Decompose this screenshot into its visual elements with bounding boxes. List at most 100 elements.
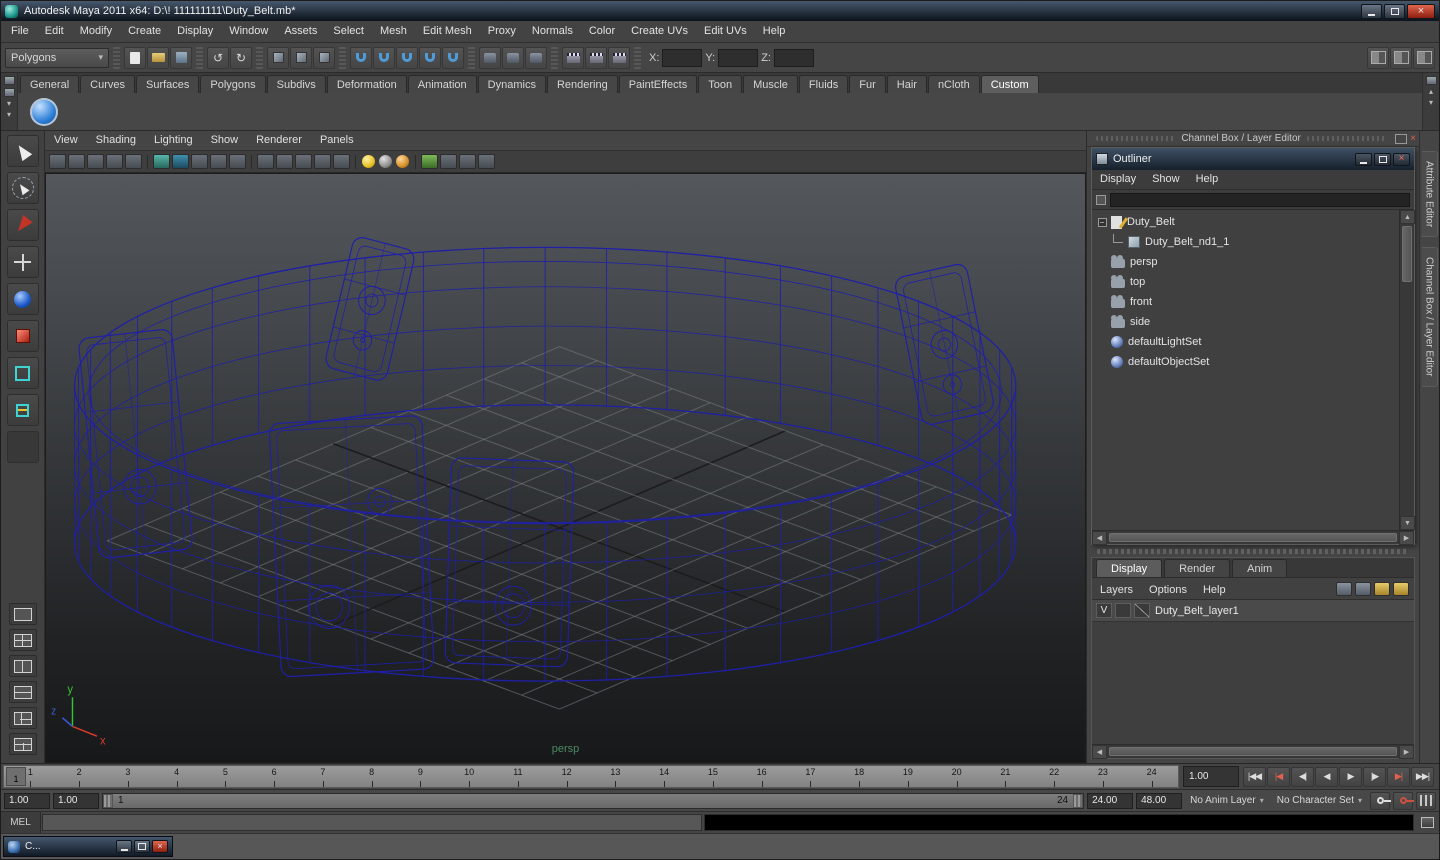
- layout-single-pane-button[interactable]: [8, 603, 37, 625]
- animation-end-field[interactable]: 48.00: [1136, 792, 1183, 809]
- outliner-item-defaultobjectset[interactable]: defaultObjectSet: [1092, 352, 1399, 372]
- timeline-frame-17[interactable]: 17: [786, 766, 835, 787]
- select-by-component-button[interactable]: [313, 46, 335, 69]
- outliner-item-persp[interactable]: persp: [1092, 252, 1399, 272]
- shelf-tab-curves[interactable]: Curves: [80, 75, 135, 93]
- command-line-input[interactable]: [42, 814, 702, 831]
- viewport-canvas[interactable]: y x z: [46, 174, 1085, 762]
- outliner-close-button[interactable]: ×: [1393, 152, 1410, 166]
- outliner-vertical-scrollbar[interactable]: ▲ ▼: [1399, 210, 1415, 530]
- outliner-menu-show[interactable]: Show: [1144, 170, 1188, 189]
- shelf-tab-fur[interactable]: Fur: [849, 75, 886, 93]
- status-group-divider[interactable]: [113, 46, 120, 69]
- menu-set-dropdown[interactable]: Polygons ▾: [5, 47, 109, 68]
- step-back-key-button[interactable]: |◀: [1267, 766, 1290, 787]
- paint-select-tool-button[interactable]: [6, 209, 39, 241]
- layout-persp-outliner-button[interactable]: [8, 707, 37, 729]
- range-start-handle[interactable]: [103, 793, 113, 808]
- undo-button[interactable]: ↺: [207, 46, 229, 69]
- make-live-button[interactable]: [442, 46, 464, 69]
- scrollbar-thumb[interactable]: [1402, 226, 1412, 282]
- shelf-tab-deformation[interactable]: Deformation: [326, 75, 407, 93]
- channel-box-header[interactable]: Channel Box / Layer Editor ×: [1087, 131, 1419, 147]
- ipr-render-button[interactable]: [585, 46, 607, 69]
- titlebar[interactable]: Autodesk Maya 2011 x64: D:\! 111111111\D…: [1, 1, 1439, 21]
- shelf-tab-polygons[interactable]: Polygons: [200, 75, 266, 93]
- menu-assets[interactable]: Assets: [276, 21, 325, 42]
- animation-start-field[interactable]: 1.00: [4, 792, 50, 809]
- layer-editor-tab-render[interactable]: Render: [1164, 559, 1231, 577]
- move-tool-button[interactable]: [6, 246, 39, 278]
- duty-belt-wireframe[interactable]: [73, 235, 1017, 682]
- timeline-frame-22[interactable]: 22: [1030, 766, 1079, 787]
- status-group-divider[interactable]: [468, 46, 475, 69]
- new-scene-button[interactable]: [124, 46, 146, 69]
- x-input[interactable]: [662, 48, 703, 67]
- display-layer-row[interactable]: V Duty_Belt_layer1: [1092, 600, 1414, 622]
- timeline-frame-24[interactable]: 24: [1127, 766, 1176, 787]
- select-by-hierarchy-button[interactable]: [267, 46, 289, 69]
- input-connections-button[interactable]: [479, 46, 501, 69]
- menu-mesh[interactable]: Mesh: [372, 21, 415, 42]
- status-group-divider[interactable]: [551, 46, 558, 69]
- script-editor-button[interactable]: [1415, 812, 1439, 833]
- close-panel-icon[interactable]: ×: [1410, 133, 1416, 144]
- menu-modify[interactable]: Modify: [72, 21, 120, 42]
- timeline-frame-9[interactable]: 9: [396, 766, 445, 787]
- shelf-tab-fluids[interactable]: Fluids: [798, 75, 849, 93]
- playback-start-field[interactable]: 1.00: [53, 792, 99, 809]
- mini-minimize-button[interactable]: [116, 840, 132, 853]
- shelf-scroll-down-icon[interactable]: ▾: [1429, 99, 1433, 107]
- shelf-tab-general[interactable]: General: [20, 75, 80, 93]
- shelf-tab-surfaces[interactable]: Surfaces: [135, 75, 200, 93]
- playback-end-field[interactable]: 24.00: [1087, 792, 1134, 809]
- redo-button[interactable]: ↻: [230, 46, 252, 69]
- outliner-item-duty-belt-nd1-1[interactable]: Duty_Belt_nd1_1: [1092, 232, 1399, 252]
- maximize-button[interactable]: [1384, 3, 1405, 19]
- mini-close-button[interactable]: ×: [152, 840, 168, 853]
- timeline-frame-4[interactable]: 4: [152, 766, 201, 787]
- snapshot-icon[interactable]: [459, 154, 476, 169]
- range-slider[interactable]: 1 24: [102, 792, 1085, 809]
- channel-box-toggle-button[interactable]: [1413, 46, 1435, 69]
- outliner-item-side[interactable]: side: [1092, 312, 1399, 332]
- menu-edit[interactable]: Edit: [37, 21, 72, 42]
- scroll-down-icon[interactable]: ▼: [1400, 516, 1415, 530]
- step-forward-key-button[interactable]: ▶|: [1387, 766, 1410, 787]
- timeline-frame-10[interactable]: 10: [445, 766, 494, 787]
- panel-menu-renderer[interactable]: Renderer: [247, 131, 311, 150]
- timeline-frame-8[interactable]: 8: [347, 766, 396, 787]
- undock-panel-icon[interactable]: [1395, 133, 1408, 144]
- save-scene-button[interactable]: [170, 46, 192, 69]
- shelf-tab-painteffects[interactable]: PaintEffects: [618, 75, 698, 93]
- time-slider[interactable]: 1 1 2 3 4 5 6 7 8 9 10 11 12 13 14 15 16 17 18 19 20 21 22 23 2…: [3, 765, 1179, 788]
- timeline-frame-14[interactable]: 14: [640, 766, 689, 787]
- perspective-viewport[interactable]: y x z persp: [45, 173, 1086, 763]
- outliner-horizontal-scrollbar[interactable]: ◀ ▶: [1092, 530, 1414, 545]
- construction-history-button[interactable]: [502, 46, 524, 69]
- timeline-frame-20[interactable]: 20: [932, 766, 981, 787]
- menu-window[interactable]: Window: [221, 21, 276, 42]
- mini-restore-button[interactable]: [134, 840, 150, 853]
- collapse-status-arrow-icon[interactable]: ▾: [7, 111, 11, 119]
- layout-two-pane-side-button[interactable]: [8, 655, 37, 677]
- timeline-frame-23[interactable]: 23: [1079, 766, 1128, 787]
- timeline-frame-7[interactable]: 7: [299, 766, 348, 787]
- menu-color[interactable]: Color: [581, 21, 623, 42]
- panel-menu-lighting[interactable]: Lighting: [145, 131, 202, 150]
- scroll-left-icon[interactable]: ◀: [1092, 531, 1107, 545]
- timeline-frame-18[interactable]: 18: [835, 766, 884, 787]
- xray-display-icon[interactable]: [440, 154, 457, 169]
- timeline-frame-16[interactable]: 16: [737, 766, 786, 787]
- outliner-minimize-button[interactable]: [1355, 152, 1372, 166]
- layout-two-pane-stacked-button[interactable]: [8, 681, 37, 703]
- all-lights-icon[interactable]: [396, 155, 409, 168]
- snap-to-grid-button[interactable]: [350, 46, 372, 69]
- shelf-tab-subdivs[interactable]: Subdivs: [266, 75, 326, 93]
- range-slider-bar[interactable]: 1 24: [113, 793, 1074, 808]
- outliner-menu-display[interactable]: Display: [1092, 170, 1144, 189]
- move-layer-down-icon[interactable]: [1355, 581, 1371, 596]
- scroll-right-icon[interactable]: ▶: [1399, 745, 1414, 759]
- shelf-menu-icon[interactable]: [3, 76, 15, 85]
- close-button[interactable]: ×: [1407, 3, 1435, 19]
